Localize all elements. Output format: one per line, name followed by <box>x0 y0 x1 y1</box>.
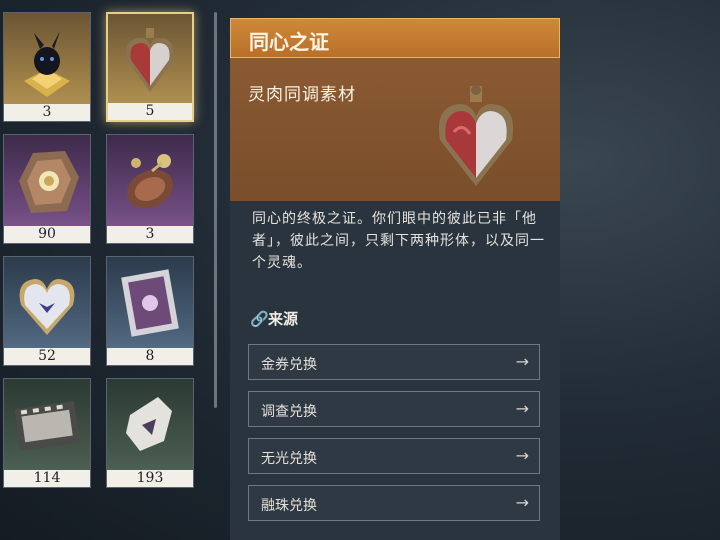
framed-card-icon <box>107 257 193 349</box>
inventory-item[interactable]: 90 <box>3 134 91 244</box>
item-count: 3 <box>4 104 90 121</box>
item-count: 5 <box>108 103 192 120</box>
item-detail-panel: 同心之证 灵肉同调素材 同心的终极之证。你们眼中的彼此已非「他者」，彼此之间，只… <box>230 18 560 540</box>
source-label: 融珠兑换 <box>261 498 317 514</box>
item-title: 同心之证 <box>249 30 329 54</box>
item-count: 8 <box>107 348 193 365</box>
beetle-icon <box>107 135 193 227</box>
inventory-item[interactable]: 193 <box>106 378 194 488</box>
arrow-right-icon: → <box>515 493 529 512</box>
inventory-item-selected[interactable]: 5 <box>106 12 194 122</box>
inventory-item[interactable]: 52 <box>3 256 91 366</box>
dark-creature-icon <box>4 13 90 105</box>
item-info-box: 灵肉同调素材 <box>230 58 560 201</box>
source-label: 调查兑换 <box>261 404 317 420</box>
heart-shield-icon <box>438 85 514 186</box>
inventory-grid: 3 5 90 3 52 8 114 193 <box>0 0 210 540</box>
silver-heart-icon <box>4 257 90 349</box>
arrow-right-icon: → <box>515 446 529 465</box>
item-count: 90 <box>4 226 90 243</box>
source-label: 金券兑换 <box>261 357 317 373</box>
arrow-right-icon: → <box>515 399 529 418</box>
source-label: 无光兑换 <box>261 451 317 467</box>
paper-scrap-icon <box>107 379 193 471</box>
source-button-investigation[interactable]: 调查兑换 → <box>248 391 540 427</box>
source-button-gold-ticket[interactable]: 金券兑换 → <box>248 344 540 380</box>
arrow-right-icon: → <box>515 352 529 371</box>
relic-stone-icon <box>4 135 90 227</box>
inventory-item[interactable]: 8 <box>106 256 194 366</box>
link-icon: 🔗 <box>250 310 269 328</box>
item-count: 52 <box>4 348 90 365</box>
source-heading: 🔗来源 <box>250 310 299 328</box>
item-category: 灵肉同调素材 <box>248 85 356 105</box>
film-strip-icon <box>4 379 90 471</box>
inventory-item[interactable]: 3 <box>3 12 91 122</box>
inventory-item[interactable]: 3 <box>106 134 194 244</box>
heart-shield-icon <box>108 14 192 106</box>
inventory-item[interactable]: 114 <box>3 378 91 488</box>
source-button-lightless[interactable]: 无光兑换 → <box>248 438 540 474</box>
item-title-bar: 同心之证 <box>230 18 560 58</box>
item-count: 193 <box>107 470 193 487</box>
source-button-fusion-bead[interactable]: 融珠兑换 → <box>248 485 540 521</box>
item-count: 114 <box>4 470 90 487</box>
item-description: 同心的终极之证。你们眼中的彼此已非「他者」，彼此之间，只剩下两种形体，以及同一个… <box>252 211 545 271</box>
inventory-scrollbar[interactable] <box>214 12 217 408</box>
item-count: 3 <box>107 226 193 243</box>
